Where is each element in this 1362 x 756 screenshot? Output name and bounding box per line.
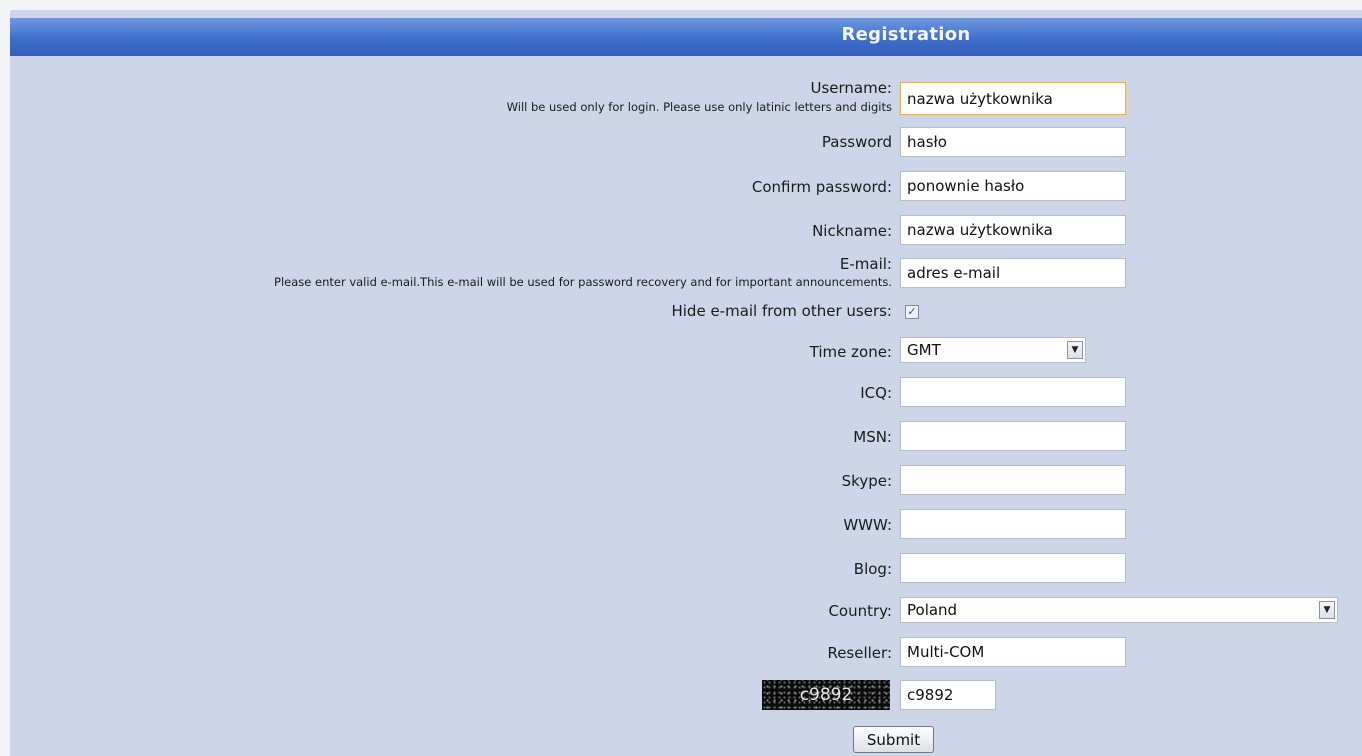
password-label: Password [821,133,892,151]
captcha-input[interactable] [900,680,996,710]
chevron-down-icon[interactable]: ▼ [1067,341,1083,359]
nickname-input[interactable] [900,215,1126,245]
chevron-down-icon[interactable]: ▼ [1319,601,1335,619]
email-input[interactable] [900,258,1126,288]
icq-input[interactable] [900,377,1126,407]
msn-input[interactable] [900,421,1126,451]
msn-label: MSN: [853,428,892,446]
time-zone-select[interactable]: GMT ▼ [900,337,1086,363]
country-value: Poland [907,601,958,619]
username-label: Username: [810,79,892,97]
page-title: Registration [841,24,971,45]
nickname-label: Nickname: [812,222,892,240]
username-hint: Will be used only for login. Please use … [506,100,892,114]
registration-panel [10,10,1362,756]
submit-button[interactable]: Submit [853,726,934,753]
confirm-password-input[interactable] [900,171,1126,201]
blog-label: Blog: [853,560,892,578]
www-input[interactable] [900,509,1126,539]
skype-input[interactable] [900,465,1126,495]
captcha-image: c9892 [762,680,890,710]
icq-label: ICQ: [860,384,892,402]
reseller-input[interactable] [900,637,1126,667]
checkmark-icon: ✓ [907,305,917,318]
hide-email-label: Hide e-mail from other users: [671,302,892,320]
email-label: E-mail: [839,255,892,273]
time-zone-label: Time zone: [809,343,892,361]
blog-input[interactable] [900,553,1126,583]
reseller-label: Reseller: [827,644,892,662]
email-hint: Please enter valid e-mail.This e-mail wi… [274,275,892,289]
password-input[interactable] [900,127,1126,157]
registration-header: Registration [10,18,1362,56]
country-label: Country: [828,602,892,620]
www-label: WWW: [843,516,892,534]
hide-email-checkbox[interactable]: ✓ [905,305,919,319]
time-zone-value: GMT [907,341,941,359]
country-select[interactable]: Poland ▼ [900,597,1338,623]
skype-label: Skype: [841,472,892,490]
username-input[interactable] [900,82,1126,115]
confirm-password-label: Confirm password: [751,178,892,196]
